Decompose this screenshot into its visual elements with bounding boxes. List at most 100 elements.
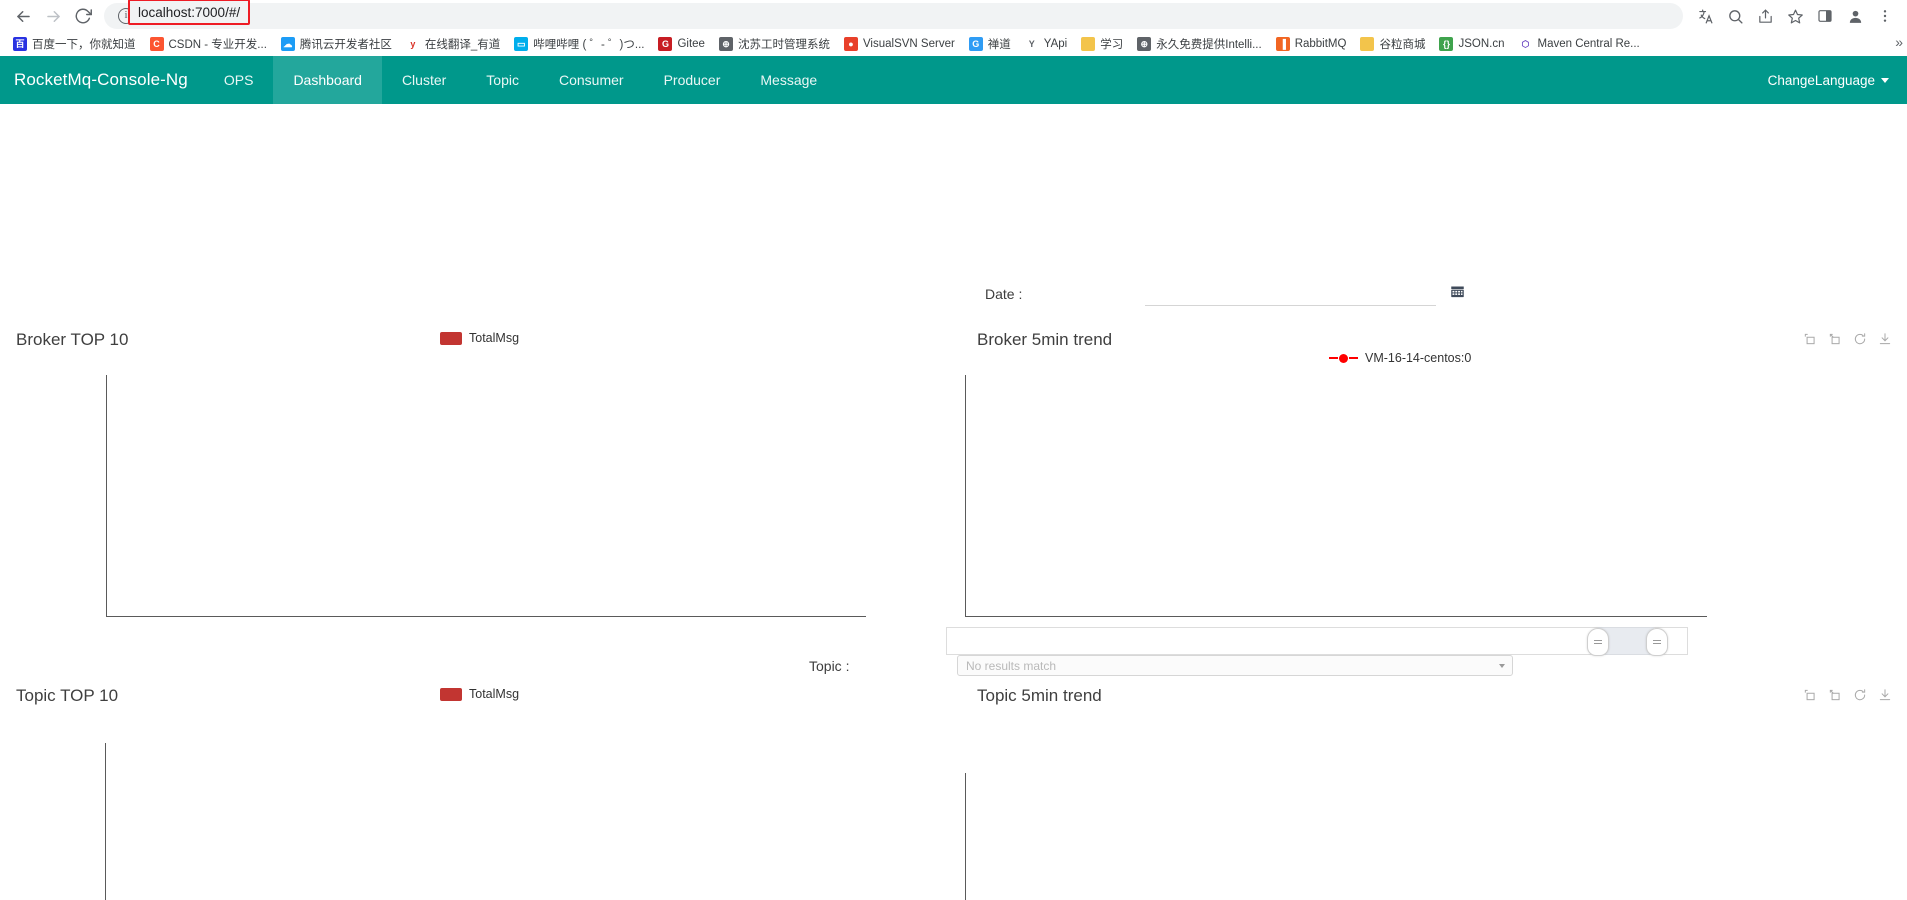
gitee-icon: G bbox=[658, 37, 673, 51]
zoom-restore-icon[interactable] bbox=[1828, 688, 1842, 707]
date-input[interactable] bbox=[1145, 282, 1436, 306]
csdn-icon: C bbox=[149, 37, 164, 51]
topic-label: Topic : bbox=[809, 657, 850, 674]
globe-icon: ⊕ bbox=[1137, 37, 1152, 51]
back-arrow-icon[interactable] bbox=[8, 1, 38, 31]
translate-icon[interactable] bbox=[1691, 2, 1719, 30]
browser-toolbar-right bbox=[1691, 2, 1899, 30]
search-icon[interactable] bbox=[1721, 2, 1749, 30]
nav-item-consumer[interactable]: Consumer bbox=[539, 56, 644, 104]
bookmark-label: CSDN - 专业开发... bbox=[168, 39, 267, 51]
change-language-label: ChangeLanguage bbox=[1767, 72, 1875, 88]
bookmark-item[interactable]: C CSDN - 专业开发... bbox=[143, 33, 274, 55]
bookmark-item[interactable]: 谷粒商城 bbox=[1353, 33, 1432, 55]
date-filter-row: Date : bbox=[985, 282, 1465, 306]
nav-item-topic[interactable]: Topic bbox=[466, 56, 539, 104]
bookmark-label: 在线翻译_有道 bbox=[424, 39, 501, 51]
bookmark-item[interactable]: ⊕ 永久免费提供Intelli... bbox=[1130, 33, 1268, 55]
nav-item-ops[interactable]: OPS bbox=[204, 56, 274, 104]
nav-item-cluster[interactable]: Cluster bbox=[382, 56, 466, 104]
profile-avatar-icon[interactable] bbox=[1841, 2, 1869, 30]
bookmark-item[interactable]: y 在线翻译_有道 bbox=[399, 33, 507, 55]
chrome-menu-icon[interactable] bbox=[1871, 2, 1899, 30]
legend-broker-top10[interactable]: TotalMsg bbox=[440, 331, 519, 345]
bookmark-item[interactable]: 百百度一下，你就知道 bbox=[6, 33, 143, 55]
zoom-box-icon[interactable] bbox=[1803, 332, 1817, 351]
chart-topic-5min[interactable] bbox=[965, 773, 1707, 900]
bookmark-star-icon[interactable] bbox=[1781, 2, 1809, 30]
legend-label: TotalMsg bbox=[469, 687, 520, 701]
topic-select[interactable]: No results match bbox=[957, 655, 1513, 676]
chart-broker-top10[interactable] bbox=[106, 375, 866, 617]
datazoom-handle-right[interactable] bbox=[1646, 628, 1668, 656]
download-icon[interactable] bbox=[1878, 688, 1892, 707]
datazoom-slider-broker-5min[interactable] bbox=[946, 627, 1688, 656]
change-language-menu[interactable]: ChangeLanguage bbox=[1750, 56, 1907, 104]
url-highlight-box: localhost:7000/#/ bbox=[128, 0, 251, 25]
bookmark-label: 腾讯云开发者社区 bbox=[299, 39, 392, 51]
json-icon: {} bbox=[1439, 37, 1454, 51]
dashboard-page: Date : Broker TOP 10 TotalMsg Broker 5mi… bbox=[0, 104, 1907, 900]
folder-icon bbox=[1360, 37, 1375, 51]
bookmark-item[interactable]: ▐ RabbitMQ bbox=[1269, 33, 1354, 55]
nav-item-dashboard[interactable]: Dashboard bbox=[273, 56, 382, 104]
chevron-down-icon bbox=[1881, 77, 1889, 83]
legend-label: VM-16-14-centos:0 bbox=[1365, 351, 1472, 365]
bookmark-item[interactable]: G 禅道 bbox=[962, 33, 1018, 55]
zoom-restore-icon[interactable] bbox=[1828, 332, 1842, 351]
zoom-box-icon[interactable] bbox=[1803, 688, 1817, 707]
tencent-cloud-icon: ☁ bbox=[280, 37, 295, 51]
date-label: Date : bbox=[985, 286, 1023, 302]
refresh-icon[interactable] bbox=[1853, 688, 1867, 707]
folder-icon bbox=[1081, 37, 1096, 51]
browser-chrome: i localhost:7000/#/ 百 百度一下，你就知道 C CSDN -… bbox=[0, 0, 1907, 56]
bookmark-item[interactable]: Y YApi bbox=[1018, 33, 1074, 55]
bookmark-item[interactable]: ⊕ 沈苏工时管理系统 bbox=[712, 33, 837, 55]
topic-select-placeholder: No results match bbox=[966, 658, 1057, 673]
bookmark-item[interactable]: 学习 bbox=[1074, 33, 1130, 55]
side-panel-icon[interactable] bbox=[1811, 2, 1839, 30]
yapi-icon: Y bbox=[1028, 38, 1035, 49]
bookmark-label: RabbitMQ bbox=[1294, 38, 1347, 50]
bookmark-item[interactable]: ● VisualSVN Server bbox=[837, 33, 962, 55]
url-text[interactable]: localhost:7000/#/ bbox=[138, 5, 240, 20]
bookmark-label: 百度一下，你就知道 bbox=[32, 39, 136, 51]
legend-line-marker-icon bbox=[1329, 353, 1358, 363]
nav-item-producer[interactable]: Producer bbox=[644, 56, 741, 104]
bookmark-label: 谷粒商城 bbox=[1379, 39, 1426, 51]
calendar-icon[interactable] bbox=[1450, 284, 1465, 304]
bookmarks-overflow-icon[interactable]: » bbox=[1895, 34, 1903, 50]
app-brand[interactable]: RocketMq-Console-Ng bbox=[0, 56, 204, 104]
share-icon[interactable] bbox=[1751, 2, 1779, 30]
refresh-icon[interactable] bbox=[1853, 332, 1867, 351]
app-navbar: RocketMq-Console-Ng OPS Dashboard Cluster T… bbox=[0, 56, 1907, 104]
bookmark-label: Maven Central Re... bbox=[1537, 38, 1640, 50]
rabbitmq-icon: ▐ bbox=[1275, 37, 1290, 51]
download-icon[interactable] bbox=[1878, 332, 1892, 351]
maven-icon: ⬡ bbox=[1521, 38, 1530, 49]
bookmark-item[interactable]: G Gitee bbox=[651, 33, 712, 55]
forward-arrow-icon[interactable] bbox=[38, 1, 68, 31]
legend-topic-top10[interactable]: TotalMsg bbox=[440, 687, 519, 701]
chart-broker-5min[interactable] bbox=[965, 375, 1707, 617]
panel-title-topic-5min: Topic 5min trend bbox=[977, 686, 1102, 705]
datazoom-handle-left[interactable] bbox=[1587, 628, 1609, 656]
bookmark-item[interactable]: ☁ 腾讯云开发者社区 bbox=[274, 33, 399, 55]
reload-icon[interactable] bbox=[68, 1, 98, 31]
bookmark-label: 学习 bbox=[1100, 39, 1124, 51]
bookmark-label: 永久免费提供Intelli... bbox=[1156, 39, 1262, 51]
baidu-icon: 百 bbox=[13, 37, 27, 51]
bookmarks-bar: 百百度一下，你就知道 C CSDN - 专业开发... ☁ 腾讯云开发者社区 y 在线翻译_… bbox=[0, 32, 1907, 56]
zentao-icon: G bbox=[968, 37, 983, 51]
legend-broker-5min[interactable]: VM-16-14-centos:0 bbox=[1329, 351, 1471, 365]
chart-toolbox-broker-5min bbox=[1803, 332, 1892, 351]
bookmark-item[interactable]: ▭ 哔哩哔哩 ( ゜- ゜)つ... bbox=[507, 33, 651, 55]
omnibox[interactable]: i localhost:7000/#/ bbox=[104, 0, 1683, 29]
bookmark-item[interactable]: ⬡ Maven Central Re... bbox=[1511, 33, 1646, 55]
chart-topic-top10[interactable] bbox=[105, 743, 866, 900]
nav-item-message[interactable]: Message bbox=[740, 56, 837, 104]
bookmark-label: YApi bbox=[1043, 38, 1068, 50]
bookmark-item[interactable]: {} JSON.cn bbox=[1432, 33, 1511, 55]
app-nav-items: OPS Dashboard Cluster Topic Consumer Producer… bbox=[204, 56, 837, 104]
legend-swatch-icon bbox=[440, 687, 462, 701]
